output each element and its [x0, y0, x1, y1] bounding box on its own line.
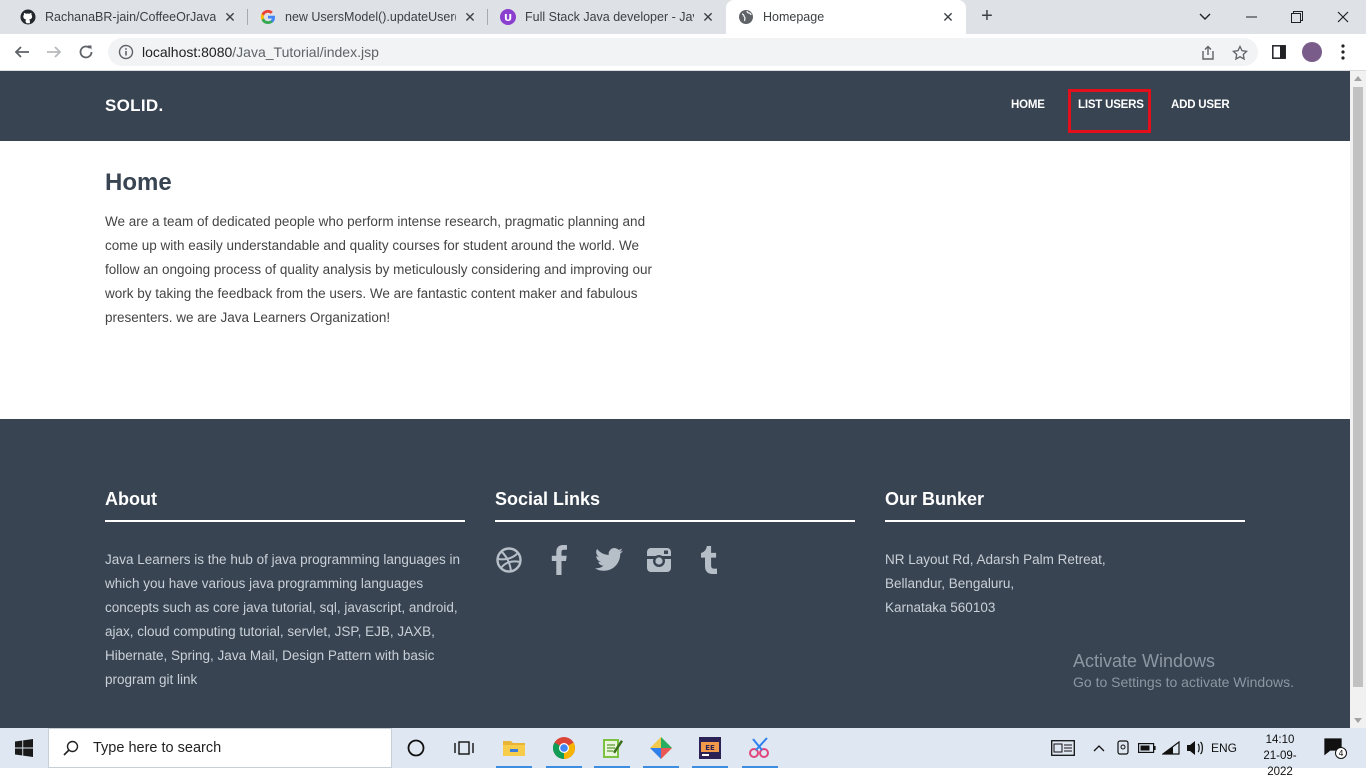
notification-count: 4: [1338, 749, 1343, 758]
address-line: NR Layout Rd, Adarsh Palm Retreat,: [885, 552, 1106, 567]
cortana-icon[interactable]: [392, 728, 440, 768]
file-explorer-icon[interactable]: [490, 728, 538, 768]
close-icon[interactable]: ✕: [462, 9, 478, 25]
activate-windows-watermark: Activate Windows Go to Settings to activ…: [1073, 651, 1294, 690]
search-placeholder: Type here to search: [93, 740, 222, 756]
site-header: SOLID. HOME LIST USERS ADD USER: [0, 71, 1350, 141]
browser-tab-strip: RachanaBR-jain/CoffeeOrJava: Th ✕ new Us…: [0, 0, 1366, 34]
footer-social: Social Links: [495, 489, 855, 575]
profile-avatar[interactable]: [1302, 42, 1322, 62]
svg-text:EE: EE: [705, 744, 715, 752]
tab-title: Full Stack Java developer - Java -: [525, 10, 694, 24]
ide-icon[interactable]: EE: [686, 728, 734, 768]
browser-tab-udemy[interactable]: U Full Stack Java developer - Java - ✕: [488, 0, 726, 34]
close-icon[interactable]: ✕: [700, 9, 716, 25]
notepad-icon[interactable]: [588, 728, 636, 768]
bunker-heading: Our Bunker: [885, 489, 1245, 522]
github-icon: [20, 9, 36, 25]
git-client-icon[interactable]: [637, 728, 685, 768]
tumblr-icon[interactable]: [695, 546, 723, 574]
tab-title: new UsersModel().updateUser(da: [285, 10, 456, 24]
notification-center-icon[interactable]: 4: [1318, 728, 1352, 768]
address-line: Bellandur, Bengaluru,: [885, 576, 1015, 591]
snipping-tool-icon[interactable]: [736, 728, 784, 768]
keyboard-layout-icon[interactable]: [1048, 728, 1078, 768]
chrome-icon[interactable]: [540, 728, 588, 768]
page-scrollbar[interactable]: [1350, 71, 1366, 728]
windows-start-icon[interactable]: [0, 728, 48, 768]
tab-title: Homepage: [763, 10, 825, 24]
highlight-annotation: [1068, 89, 1151, 133]
facebook-icon[interactable]: [545, 545, 573, 575]
forward-icon[interactable]: [42, 40, 66, 64]
page-title: Home: [105, 169, 172, 196]
scroll-down-icon[interactable]: [1354, 718, 1362, 723]
battery-icon[interactable]: [1136, 728, 1158, 768]
nav-home[interactable]: HOME: [1011, 99, 1045, 111]
svg-text:U: U: [504, 13, 512, 24]
twitter-icon[interactable]: [595, 546, 623, 574]
about-text: Java Learners is the hub of java program…: [105, 552, 460, 687]
browser-tab-github[interactable]: RachanaBR-jain/CoffeeOrJava: Th ✕: [8, 0, 248, 34]
scroll-up-icon[interactable]: [1354, 76, 1362, 81]
close-window-icon[interactable]: [1320, 0, 1366, 34]
search-icon: [63, 740, 79, 756]
instagram-icon[interactable]: [645, 546, 673, 574]
volume-icon[interactable]: [1184, 728, 1206, 768]
meet-now-icon[interactable]: [1112, 728, 1134, 768]
globe-icon: [738, 9, 754, 25]
taskbar-search-box[interactable]: Type here to search: [48, 728, 392, 768]
footer-about: About Java Learners is the hub of java p…: [105, 489, 465, 692]
watermark-title: Activate Windows: [1073, 651, 1216, 671]
side-panel-icon[interactable]: [1269, 42, 1289, 62]
tab-title: RachanaBR-jain/CoffeeOrJava: Th: [45, 10, 216, 24]
bookmark-star-icon[interactable]: [1231, 44, 1249, 62]
taskbar-clock[interactable]: 14:10 21-09-2022: [1252, 732, 1308, 780]
scrollbar-thumb[interactable]: [1353, 87, 1363, 687]
dribbble-icon[interactable]: [495, 546, 523, 574]
web-page: SOLID. HOME LIST USERS ADD USER Home We …: [0, 71, 1350, 728]
new-tab-button[interactable]: +: [975, 5, 999, 29]
browser-tab-homepage[interactable]: Homepage ✕: [726, 0, 966, 34]
about-heading: About: [105, 489, 465, 522]
wifi-icon[interactable]: [1160, 728, 1182, 768]
reload-icon[interactable]: [74, 40, 98, 64]
clock-date: 21-09-2022: [1263, 750, 1297, 778]
google-icon: [260, 9, 276, 25]
language-indicator[interactable]: ENG: [1208, 728, 1240, 768]
share-icon[interactable]: [1199, 44, 1217, 62]
restore-icon[interactable]: [1274, 0, 1320, 34]
address-line: Karnataka 560103: [885, 600, 996, 615]
main-content: Home We are a team of dedicated people w…: [105, 169, 675, 330]
watermark-subtitle: Go to Settings to activate Windows.: [1073, 674, 1294, 690]
address-bar[interactable]: localhost:8080/Java_Tutorial/index.jsp: [108, 38, 1258, 66]
site-info-icon[interactable]: [118, 44, 134, 65]
browser-toolbar: localhost:8080/Java_Tutorial/index.jsp: [0, 34, 1366, 71]
footer-bunker: Our Bunker NR Layout Rd, Adarsh Palm Ret…: [885, 489, 1245, 620]
tab-search-icon[interactable]: [1182, 0, 1228, 34]
menu-icon[interactable]: [1333, 42, 1353, 62]
minimize-icon[interactable]: [1228, 0, 1274, 34]
nav-add-user[interactable]: ADD USER: [1171, 99, 1230, 111]
browser-tab-google[interactable]: new UsersModel().updateUser(da ✕: [248, 0, 488, 34]
close-icon[interactable]: ✕: [222, 9, 238, 25]
url-text: localhost:8080/Java_Tutorial/index.jsp: [142, 44, 379, 60]
social-icons: [495, 545, 855, 575]
close-icon[interactable]: ✕: [940, 9, 956, 25]
windows-taskbar: Type here to search EE ENG 14:10 21-09-2…: [0, 728, 1366, 778]
tray-chevron-up-icon[interactable]: [1090, 728, 1108, 768]
back-icon[interactable]: [10, 40, 34, 64]
clock-time: 14:10: [1265, 734, 1295, 746]
intro-text: We are a team of dedicated people who pe…: [105, 214, 653, 325]
social-heading: Social Links: [495, 489, 855, 522]
udemy-icon: U: [500, 9, 516, 25]
site-brand[interactable]: SOLID.: [105, 96, 163, 116]
task-view-icon[interactable]: [440, 728, 488, 768]
